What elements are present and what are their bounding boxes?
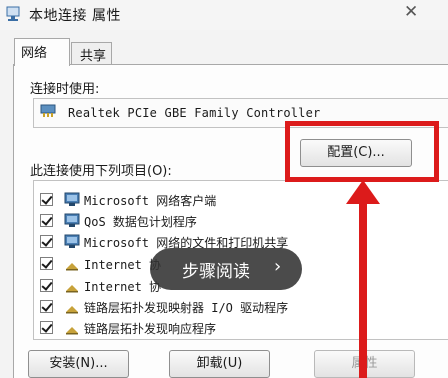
annotation-highlight-box (285, 121, 439, 182)
item-checkbox[interactable] (40, 257, 53, 270)
item-label: Microsoft 网络客户端 (84, 194, 217, 208)
network-connection-icon (6, 6, 20, 21)
item-checkbox[interactable] (40, 214, 53, 227)
install-button[interactable]: 安装(N)... (28, 350, 129, 378)
item-label: QoS 数据包计划程序 (84, 215, 197, 229)
list-item[interactable]: Microsoft 网络客户端 (34, 189, 448, 211)
item-checkbox[interactable] (40, 193, 53, 206)
title-bar: 本地连接 属性 ✕ (0, 0, 448, 30)
close-icon[interactable]: ✕ (404, 2, 418, 22)
list-item[interactable]: 链路层拓扑发现映射器 I/O 驱动程序 (34, 296, 448, 318)
tab-sharing-label: 共享 (80, 49, 107, 64)
protocol-icon (66, 285, 78, 293)
step-reading-overlay[interactable]: 步骤阅读 › (150, 248, 302, 290)
item-label: 链路层拓扑发现映射器 I/O 驱动程序 (84, 301, 289, 315)
network-adapter-icon (40, 104, 56, 117)
item-label: Internet 协 (84, 280, 162, 294)
tab-network[interactable]: 网络 (14, 38, 70, 66)
network-client-icon (64, 192, 80, 206)
item-checkbox[interactable] (40, 235, 53, 248)
protocol-icon (66, 306, 78, 314)
tab-sharing[interactable]: 共享 (71, 42, 112, 65)
chevron-right-icon: › (274, 256, 282, 277)
item-checkbox[interactable] (40, 321, 53, 334)
protocol-icon (66, 263, 78, 271)
file-printer-sharing-icon (64, 234, 80, 248)
connect-using-label: 连接时使用: (30, 82, 100, 97)
tab-network-label: 网络 (21, 46, 48, 61)
item-checkbox[interactable] (40, 279, 53, 292)
list-item[interactable]: QoS 数据包计划程序 (34, 210, 448, 232)
overlay-text: 步骤阅读 (182, 262, 250, 282)
annotation-arrow-shaft (359, 195, 367, 378)
item-checkbox[interactable] (40, 300, 53, 313)
list-item[interactable]: 链路层拓扑发现响应程序 (34, 317, 448, 339)
protocol-icon (66, 327, 78, 335)
qos-scheduler-icon (64, 213, 80, 227)
adapter-name: Realtek PCIe GBE Family Controller (68, 106, 321, 120)
item-label: 链路层拓扑发现响应程序 (84, 322, 217, 336)
uninstall-button[interactable]: 卸载(U) (169, 350, 270, 378)
window-title: 本地连接 属性 (29, 8, 121, 24)
items-label: 此连接使用下列项目(O): (30, 164, 172, 179)
